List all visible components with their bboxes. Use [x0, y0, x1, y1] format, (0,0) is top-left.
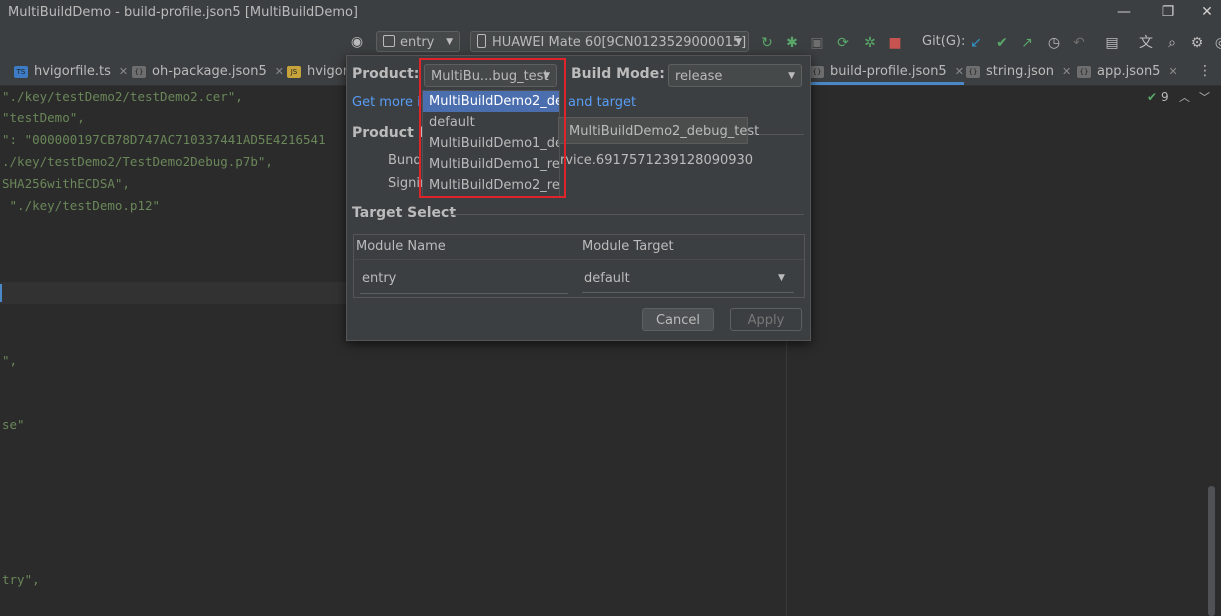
- close-tab-icon[interactable]: ✕: [1062, 65, 1071, 78]
- close-tab-icon[interactable]: ✕: [1168, 65, 1177, 78]
- cancel-button[interactable]: Cancel: [642, 308, 714, 331]
- module-target-value: default: [584, 271, 630, 286]
- code-line[interactable]: try",: [2, 572, 40, 587]
- tab-app-json[interactable]: {} app.json5 ✕: [1077, 58, 1178, 85]
- text-caret: [0, 284, 2, 302]
- settings-icon[interactable]: ⚙: [1189, 35, 1205, 51]
- apply-button[interactable]: Apply: [730, 308, 802, 331]
- code-line[interactable]: "testDemo",: [2, 110, 85, 125]
- maximize-button[interactable]: ❐: [1158, 4, 1178, 20]
- previous-highlight-icon[interactable]: ︿: [1179, 89, 1190, 105]
- rollback-icon[interactable]: ↶: [1071, 35, 1087, 51]
- chevron-down-icon: ▼: [788, 71, 795, 81]
- annotation-highlight-box: [419, 58, 566, 198]
- tab-label: hvigor: [307, 64, 349, 79]
- json-file-icon: {}: [810, 65, 824, 78]
- git-commit-icon[interactable]: ✔: [994, 35, 1010, 51]
- close-tab-icon[interactable]: ✕: [119, 65, 128, 78]
- close-button[interactable]: ✕: [1197, 4, 1217, 20]
- editor-right-pane[interactable]: ✔ 9 ︿ ﹀: [786, 86, 1221, 616]
- chevron-down-icon: ▼: [735, 37, 742, 47]
- inspection-ok-icon: ✔: [1147, 90, 1158, 104]
- tab-oh-package[interactable]: {} oh-package.json5 ✕: [132, 58, 284, 85]
- tab-label: oh-package.json5: [152, 64, 267, 79]
- json-file-icon: {}: [966, 65, 980, 78]
- code-line[interactable]: ./key/testDemo2/TestDemo2Debug.p7b",: [2, 154, 273, 169]
- code-line[interactable]: "./key/testDemo2/testDemo2.cer",: [2, 89, 243, 104]
- module-combo[interactable]: entry ▼: [376, 31, 460, 52]
- minimize-button[interactable]: —: [1114, 4, 1134, 20]
- table-header: Module Name Module Target: [354, 235, 804, 260]
- field-underline: [360, 293, 568, 294]
- device-combo-label: HUAWEI Mate 60[9CN0123529000015]: [492, 35, 747, 50]
- phone-icon: [477, 34, 486, 48]
- field-underline: [582, 292, 794, 293]
- product-label: Product:: [352, 66, 420, 82]
- build-mode-combo[interactable]: release ▼: [668, 64, 802, 87]
- code-line[interactable]: ": "000000197CB78D747AC710337441AD5E4216…: [2, 132, 326, 147]
- profile-icon[interactable]: ✲: [862, 35, 878, 51]
- bundle-name-value: rvice.6917571239128090930: [560, 153, 754, 168]
- tab-hvigorfile[interactable]: TS hvigorfile.ts ✕: [14, 58, 128, 85]
- run-icon[interactable]: ↻: [759, 35, 775, 51]
- module-target-combo[interactable]: default ▼: [582, 263, 794, 293]
- window-title: MultiBuildDemo - build-profile.json5 [Mu…: [8, 5, 359, 20]
- history-icon[interactable]: ◷: [1046, 35, 1062, 51]
- javascript-file-icon: JS: [287, 65, 301, 78]
- column-header-module-target: Module Target: [582, 239, 674, 254]
- search-icon[interactable]: ⌕: [1164, 35, 1180, 51]
- code-line[interactable]: SHA256withECDSA",: [2, 176, 130, 191]
- tab-label: string.json: [986, 64, 1055, 79]
- target-select-heading: Target Select: [352, 205, 457, 221]
- code-line[interactable]: se": [2, 417, 25, 432]
- vertical-scrollbar[interactable]: [1208, 486, 1215, 616]
- project-structure-icon[interactable]: ▤: [1104, 35, 1120, 51]
- next-highlight-icon[interactable]: ﹀: [1199, 89, 1210, 105]
- close-tab-icon[interactable]: ✕: [955, 65, 964, 78]
- module-name-cell: entry: [362, 271, 397, 286]
- column-header-module-name: Module Name: [356, 239, 446, 254]
- rerun-icon[interactable]: ⟳: [835, 35, 851, 51]
- title-bar: MultiBuildDemo - build-profile.json5 [Mu…: [0, 0, 1221, 26]
- target-icon[interactable]: ◉: [349, 34, 365, 50]
- tab-hvigor[interactable]: JS hvigor: [287, 58, 348, 85]
- tab-label: app.json5: [1097, 64, 1161, 79]
- code-line[interactable]: "./key/testDemo.p12": [2, 198, 161, 213]
- attach-icon[interactable]: ▣: [809, 35, 825, 51]
- build-mode-value: release: [675, 69, 723, 84]
- device-combo[interactable]: HUAWEI Mate 60[9CN0123529000015] ▼: [470, 31, 749, 52]
- tab-string-json[interactable]: {} string.json ✕: [966, 58, 1071, 85]
- target-table: Module Name Module Target entry default …: [353, 234, 805, 298]
- module-combo-label: entry: [400, 35, 435, 50]
- typescript-file-icon: TS: [14, 65, 28, 78]
- build-config-dialog: Product: MultiBu...bug_test ▼ Build Mode…: [346, 55, 811, 341]
- tab-build-profile[interactable]: {} build-profile.json5 ✕: [810, 58, 964, 85]
- translate-icon[interactable]: 文: [1138, 35, 1154, 51]
- code-line[interactable]: ",: [2, 353, 17, 368]
- git-update-icon[interactable]: ↙: [968, 35, 984, 51]
- build-mode-label: Build Mode:: [571, 66, 665, 82]
- json-file-icon: {}: [132, 65, 146, 78]
- get-more-info-link[interactable]: Get more in: [352, 95, 429, 110]
- warning-count[interactable]: 9: [1161, 90, 1169, 104]
- module-icon: [383, 35, 395, 47]
- stop-icon[interactable]: ■: [887, 35, 903, 51]
- divider: [450, 214, 804, 215]
- option-tooltip: MultiBuildDemo2_debug_test: [558, 117, 759, 144]
- tab-label: build-profile.json5: [830, 64, 947, 79]
- tab-label: hvigorfile.ts: [34, 64, 111, 79]
- debug-icon[interactable]: ✱: [784, 35, 800, 51]
- git-label: Git(G):: [922, 34, 966, 49]
- chevron-down-icon: ▼: [446, 37, 453, 47]
- close-tab-icon[interactable]: ✕: [275, 65, 284, 78]
- more-tabs-icon[interactable]: ⋮: [1198, 63, 1212, 79]
- get-more-info-link-tail[interactable]: and target: [568, 95, 636, 110]
- chevron-down-icon: ▼: [778, 273, 785, 283]
- json-file-icon: {}: [1077, 65, 1091, 78]
- git-push-icon[interactable]: ↗: [1019, 35, 1035, 51]
- table-row[interactable]: entry default ▼: [354, 260, 804, 296]
- account-icon[interactable]: ◎: [1213, 35, 1221, 51]
